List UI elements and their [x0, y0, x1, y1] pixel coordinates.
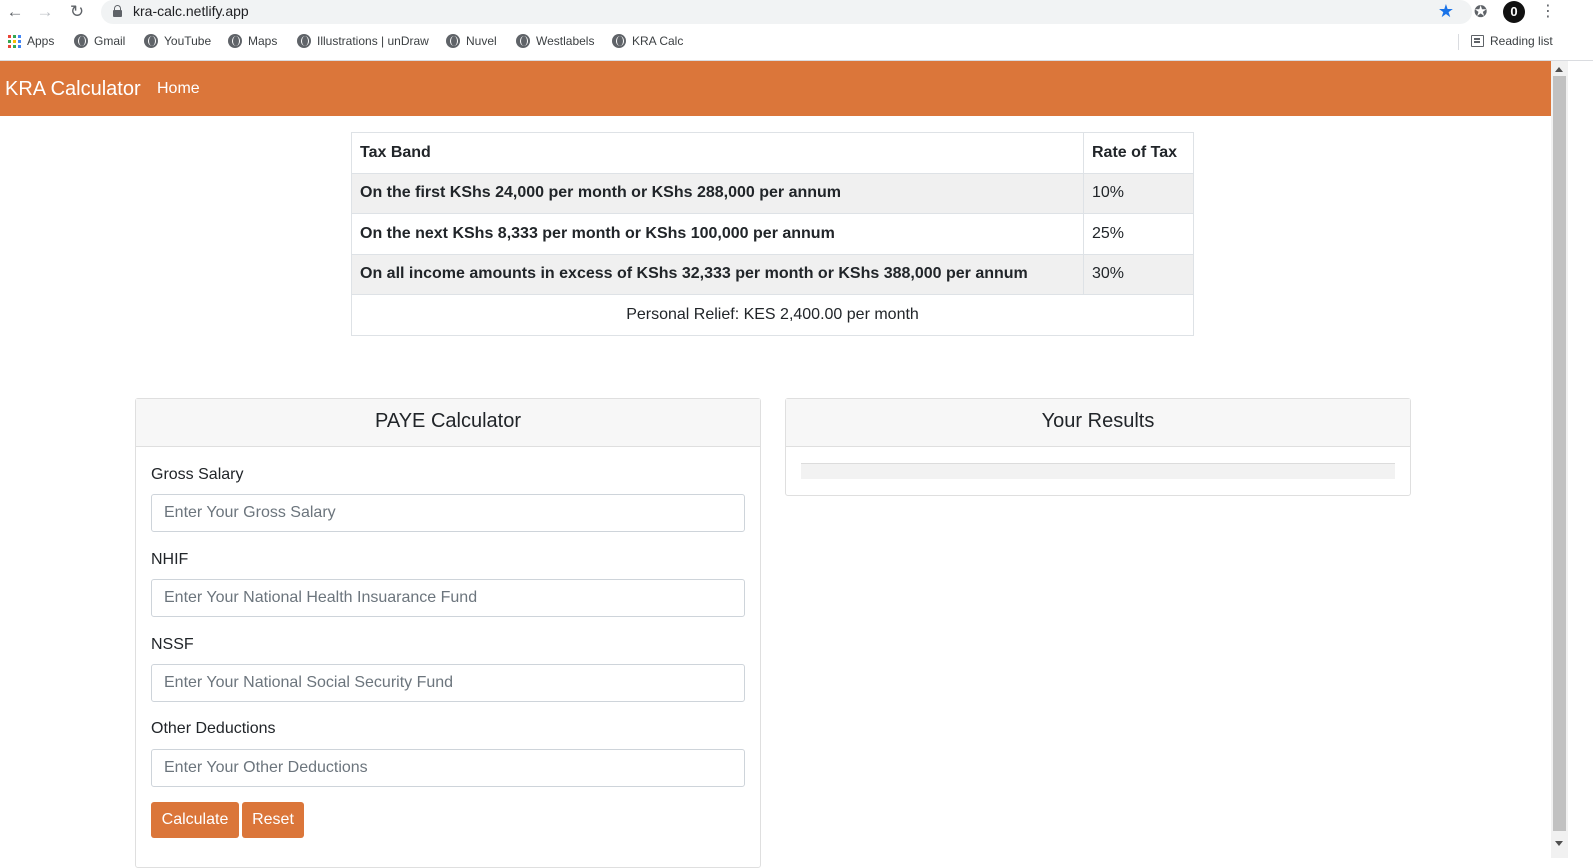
table-row: On the first KShs 24,000 per month or KS…: [351, 172, 1194, 214]
bookmark-maps[interactable]: Maps: [228, 34, 277, 48]
other-deductions-input[interactable]: [151, 749, 745, 787]
reading-list-icon: [1471, 35, 1484, 47]
address-row: ← → ↻ kra-calc.netlify.app ★ ✪ 0 ⋮: [0, 0, 1593, 24]
nhif-input[interactable]: [151, 579, 745, 617]
results-card: Your Results: [785, 398, 1411, 496]
bookmark-nuvel[interactable]: Nuvel: [446, 34, 497, 48]
gross-salary-input[interactable]: [151, 494, 745, 532]
tax-band-cell: On the first KShs 24,000 per month or KS…: [351, 172, 1084, 214]
scroll-up-icon[interactable]: [1555, 67, 1563, 72]
table-row: Personal Relief: KES 2,400.00 per month: [351, 294, 1194, 336]
gross-salary-label: Gross Salary: [151, 466, 244, 483]
page-scrollbar[interactable]: [1551, 61, 1568, 858]
nhif-label: NHIF: [151, 551, 189, 568]
bookmark-apps[interactable]: Apps: [8, 34, 54, 48]
rate-cell: 10%: [1083, 172, 1194, 214]
calculator-title: PAYE Calculator: [136, 399, 760, 447]
forward-arrow-icon[interactable]: →: [34, 2, 56, 22]
bookmark-star-icon[interactable]: ★: [1438, 1, 1454, 22]
bookmarks-bar: Apps Gmail YouTube Maps Illustrations | …: [0, 30, 1593, 54]
app-navbar: KRA Calculator Home: [0, 61, 1551, 116]
reload-icon[interactable]: ↻: [66, 2, 88, 22]
bookmark-label: Gmail: [94, 34, 126, 48]
globe-icon: [228, 34, 242, 48]
bookmark-label: KRA Calc: [632, 34, 684, 48]
tax-band-header: Tax Band: [351, 132, 1084, 174]
bookmark-gmail[interactable]: Gmail: [74, 34, 125, 48]
address-bar[interactable]: kra-calc.netlify.app ★: [101, 0, 1472, 24]
bookmark-label: Nuvel: [466, 34, 497, 48]
other-deductions-label: Other Deductions: [151, 720, 276, 737]
profile-avatar[interactable]: 0: [1503, 1, 1525, 23]
rate-cell: 30%: [1083, 253, 1194, 295]
globe-icon: [516, 34, 530, 48]
back-arrow-icon[interactable]: ←: [4, 2, 26, 22]
table-header-row: Tax Band Rate of Tax: [351, 132, 1194, 174]
bookmark-label: Illustrations | unDraw: [317, 34, 429, 48]
apps-grid-icon: [8, 34, 21, 48]
rate-header: Rate of Tax: [1083, 132, 1194, 174]
browser-chrome: ← → ↻ kra-calc.netlify.app ★ ✪ 0 ⋮ Apps …: [0, 0, 1593, 61]
globe-icon: [446, 34, 460, 48]
url-text: kra-calc.netlify.app: [133, 3, 249, 19]
globe-icon: [297, 34, 311, 48]
globe-icon: [74, 34, 88, 48]
bookmark-label: Maps: [248, 34, 278, 48]
table-row: On all income amounts in excess of KShs …: [351, 253, 1194, 295]
tax-band-cell: On all income amounts in excess of KShs …: [351, 253, 1084, 295]
reading-list-button[interactable]: Reading list: [1471, 34, 1553, 48]
scroll-down-icon[interactable]: [1555, 841, 1563, 846]
bookmark-label: Apps: [27, 34, 55, 48]
lock-icon: [113, 5, 122, 17]
brand-title[interactable]: KRA Calculator: [5, 78, 141, 101]
bookmark-westlabels[interactable]: Westlabels: [516, 34, 594, 48]
divider: [1458, 34, 1459, 50]
nav-home-link[interactable]: Home: [157, 80, 200, 98]
results-list: [801, 463, 1395, 479]
bookmark-label: YouTube: [164, 34, 212, 48]
bookmark-kra-calc[interactable]: KRA Calc: [612, 34, 683, 48]
reset-button[interactable]: Reset: [242, 802, 304, 838]
rate-cell: 25%: [1083, 213, 1194, 255]
nssf-input[interactable]: [151, 664, 745, 702]
nssf-label: NSSF: [151, 636, 194, 653]
extensions-icon[interactable]: ✪: [1474, 2, 1487, 22]
reading-list-label: Reading list: [1490, 34, 1553, 48]
globe-icon: [144, 34, 158, 48]
bookmark-youtube[interactable]: YouTube: [144, 34, 211, 48]
bookmark-label: Westlabels: [536, 34, 595, 48]
bookmark-undraw[interactable]: Illustrations | unDraw: [297, 34, 429, 48]
calculate-button[interactable]: Calculate: [151, 802, 239, 838]
tax-bands-table: Tax Band Rate of Tax On the first KShs 2…: [351, 132, 1194, 336]
table-row: On the next KShs 8,333 per month or KShs…: [351, 213, 1194, 255]
personal-relief-cell: Personal Relief: KES 2,400.00 per month: [351, 294, 1194, 336]
tax-band-cell: On the next KShs 8,333 per month or KShs…: [351, 213, 1084, 255]
results-title: Your Results: [786, 399, 1410, 447]
window-gutter: [1568, 61, 1593, 858]
globe-icon: [612, 34, 626, 48]
menu-dots-icon[interactable]: ⋮: [1540, 1, 1556, 21]
paye-calculator-card: PAYE Calculator Gross Salary NHIF NSSF O…: [135, 398, 761, 868]
scroll-thumb[interactable]: [1553, 76, 1566, 831]
